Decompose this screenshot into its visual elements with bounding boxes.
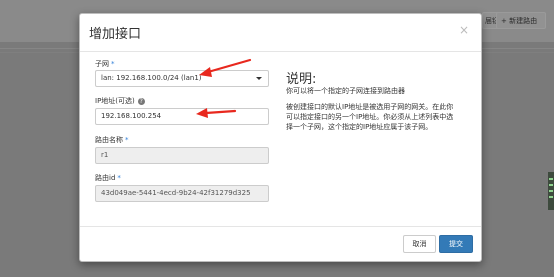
arrow-icon (199, 58, 252, 77)
arrow-icon (196, 108, 237, 118)
annotation-arrows (196, 58, 252, 118)
